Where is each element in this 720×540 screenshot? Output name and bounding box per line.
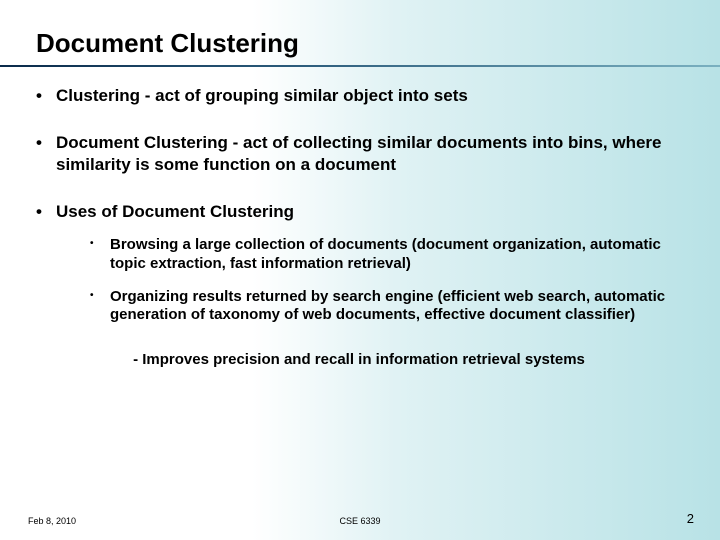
note-line: - Improves precision and recall in infor… [28, 351, 690, 368]
bullet-text: Uses of Document Clustering [56, 202, 294, 221]
sub-bullet-item: Organizing results returned by search en… [56, 288, 690, 326]
bullet-item: Clustering - act of grouping similar obj… [28, 85, 690, 106]
bullet-item: Uses of Document Clustering Browsing a l… [28, 201, 690, 325]
bullet-text: Document Clustering - act of collecting … [56, 133, 661, 173]
bullet-item: Document Clustering - act of collecting … [28, 132, 690, 175]
bullet-text: Clustering - act of grouping similar obj… [56, 86, 468, 105]
sub-bullet-item: Browsing a large collection of documents… [56, 236, 690, 274]
slide-title: Document Clustering [36, 28, 720, 59]
sub-bullet-text: Browsing a large collection of documents… [110, 236, 661, 272]
slide-body: Clustering - act of grouping similar obj… [0, 67, 720, 368]
slide: Document Clustering Clustering - act of … [0, 0, 720, 540]
footer-course: CSE 6339 [339, 516, 380, 526]
footer-date: Feb 8, 2010 [28, 516, 76, 526]
title-block: Document Clustering [0, 0, 720, 59]
sub-bullet-text: Organizing results returned by search en… [110, 288, 665, 324]
bullet-list: Clustering - act of grouping similar obj… [28, 85, 690, 325]
sub-bullet-list: Browsing a large collection of documents… [56, 236, 690, 325]
footer-page-number: 2 [687, 511, 694, 526]
